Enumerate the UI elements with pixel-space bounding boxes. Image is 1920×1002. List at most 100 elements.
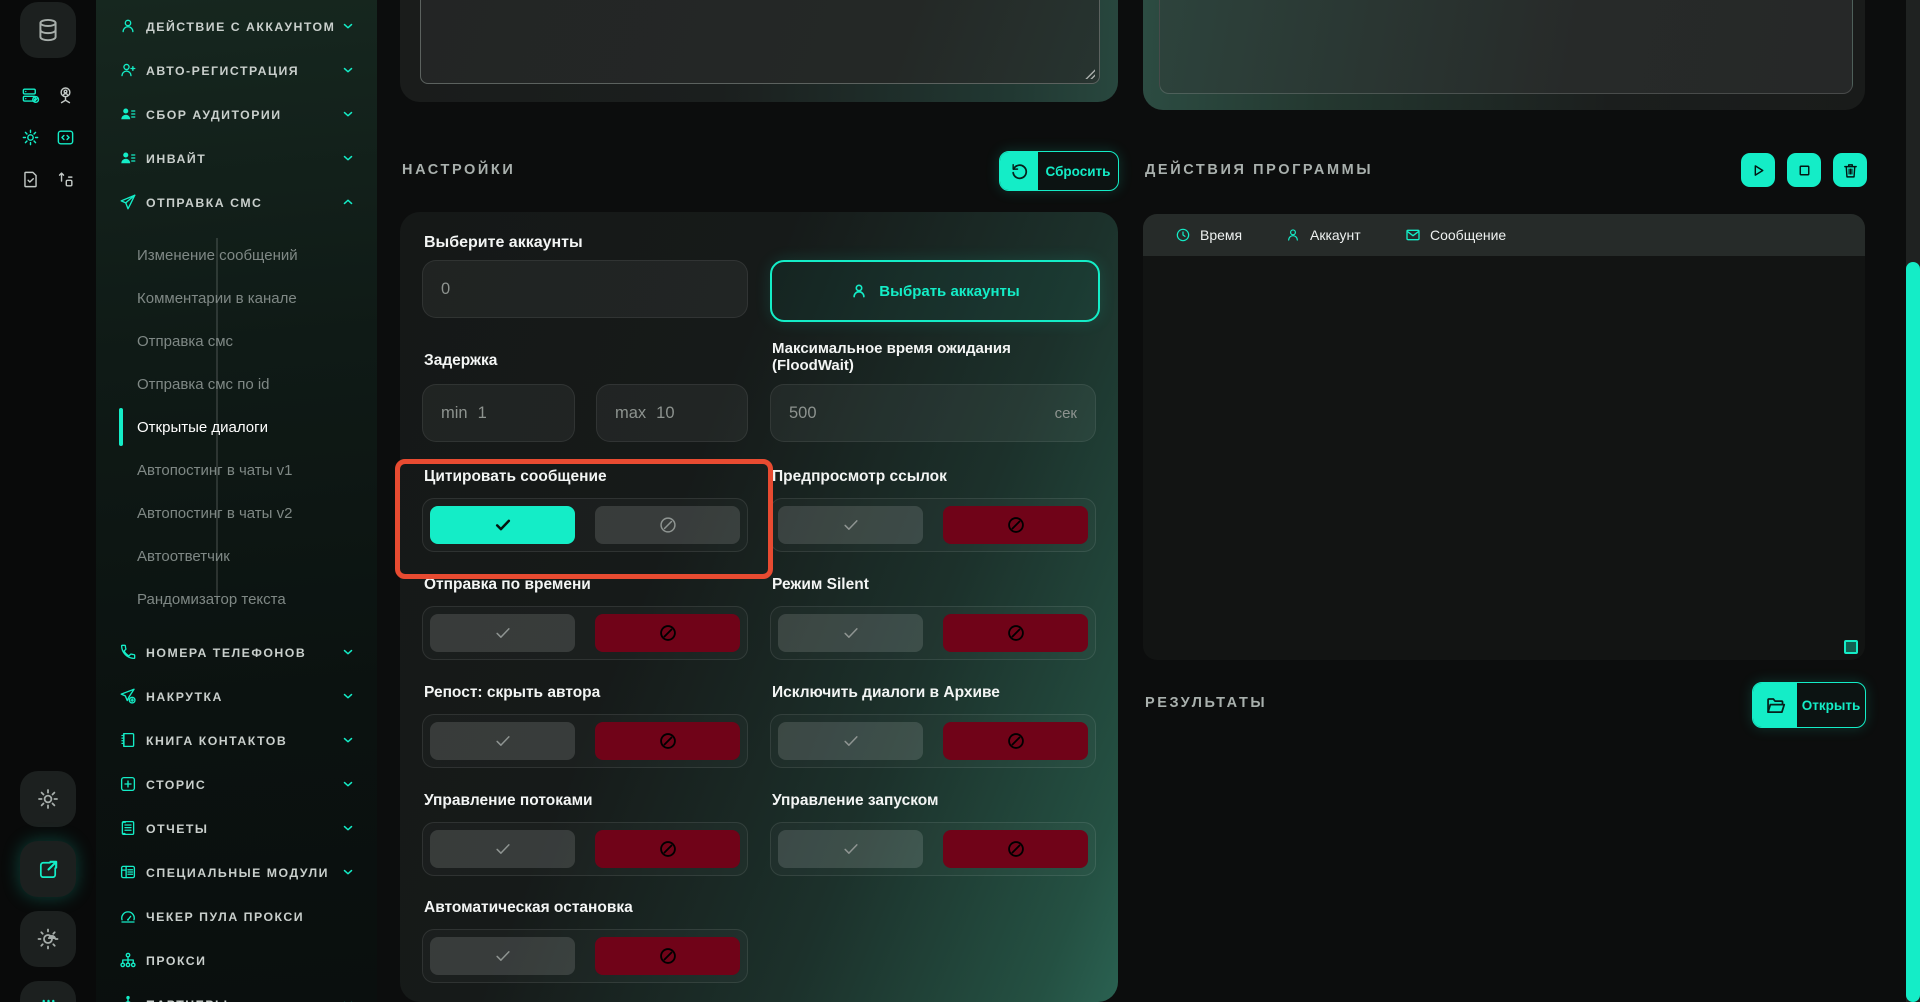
- paper-plane-icon: [119, 193, 137, 211]
- user-plus-icon: [119, 61, 137, 79]
- program-actions-table: Время Аккаунт Сообщение: [1143, 214, 1865, 660]
- gear-icon[interactable]: [21, 128, 40, 147]
- sidebar-item-phone-numbers[interactable]: НОМЕРА ТЕЛЕФОНОВ: [96, 630, 377, 674]
- sidebar-item-audience-collection[interactable]: СБОР АУДИТОРИИ: [96, 92, 377, 136]
- sidebar-item-proxy-pool-checker[interactable]: ЧЕКЕР ПУЛА ПРОКСИ: [96, 894, 377, 938]
- code-window-icon[interactable]: [56, 128, 75, 147]
- sidebar-item-stories[interactable]: СТОРИС: [96, 762, 377, 806]
- database-button[interactable]: [20, 2, 76, 58]
- settings-button[interactable]: [20, 771, 76, 827]
- message-card: [400, 0, 1118, 102]
- webcam-user-icon[interactable]: [56, 86, 75, 105]
- play-button[interactable]: [1741, 153, 1775, 187]
- swap-icon[interactable]: [56, 170, 75, 189]
- sidebar-item-proxy[interactable]: ПРОКСИ: [96, 938, 377, 982]
- open-external-button[interactable]: [20, 841, 76, 897]
- toggle-no-button[interactable]: [595, 506, 740, 544]
- toggle-no-button[interactable]: [595, 937, 740, 975]
- check-icon: [841, 623, 861, 643]
- user-icon: [1285, 227, 1301, 243]
- toggle-no-button[interactable]: [943, 506, 1088, 544]
- ban-icon: [1006, 515, 1026, 535]
- toggle-label: Режим Silent: [772, 576, 869, 594]
- check-icon: [493, 623, 513, 643]
- network-icon: [119, 951, 137, 969]
- column-header-account: Аккаунт: [1285, 214, 1361, 256]
- toggle-no-button[interactable]: [595, 830, 740, 868]
- sidebar-nav: ДЕЙСТВИЕ С АККАУНТОМ АВТО-РЕГИСТРАЦИЯ СБ…: [96, 0, 377, 1002]
- toggle-yes-button[interactable]: [430, 506, 575, 544]
- toggle-no-button[interactable]: [595, 614, 740, 652]
- stop-button[interactable]: [1787, 153, 1821, 187]
- resize-handle-icon[interactable]: [1084, 68, 1095, 79]
- chevron-up-icon: [341, 195, 355, 209]
- sidebar-item-special-modules[interactable]: СПЕЦИАЛЬНЫЕ МОДУЛИ: [96, 850, 377, 894]
- brightness-button[interactable]: [20, 911, 76, 967]
- toggle-yes-button[interactable]: [430, 722, 575, 760]
- scrollbar-thumb[interactable]: [1906, 262, 1920, 1002]
- toggle-yes-button[interactable]: [778, 830, 923, 868]
- sidebar-item-boosting[interactable]: НАКРУТКА: [96, 674, 377, 718]
- toggle-no-button[interactable]: [943, 830, 1088, 868]
- icon-rail: [0, 0, 96, 1002]
- sidebar-subitem-send-sms-by-id[interactable]: Отправка смс по id: [96, 363, 356, 406]
- toggle-yes-button[interactable]: [778, 614, 923, 652]
- sidebar-subitem-edit-messages[interactable]: Изменение сообщений: [96, 234, 356, 277]
- partners-icon: [119, 995, 137, 1002]
- column-header-message: Сообщение: [1405, 214, 1506, 256]
- report-icon: [119, 819, 137, 837]
- toggle-no-button[interactable]: [595, 722, 740, 760]
- toggle-group-launch-management: [770, 822, 1096, 876]
- table-resize-handle[interactable]: [1844, 640, 1858, 654]
- document-check-icon[interactable]: [21, 170, 40, 189]
- toggle-label: Репост: скрыть автора: [424, 684, 600, 702]
- sidebar-item-invite[interactable]: ИНВАЙТ: [96, 136, 377, 180]
- sidebar-subitem-autoresponder[interactable]: Автоответчик: [96, 535, 356, 578]
- toggle-label: Управление запуском: [772, 792, 939, 810]
- toggle-label: Исключить диалоги в Архиве: [772, 684, 1000, 702]
- message-textarea[interactable]: [420, 0, 1100, 84]
- open-results-button[interactable]: Открыть: [1752, 682, 1866, 728]
- program-message-textarea[interactable]: [1159, 0, 1853, 94]
- sidebar-subitem-channel-comments[interactable]: Комментарии в канале: [96, 277, 356, 320]
- sidebar-item-reports[interactable]: ОТЧЕТЫ: [96, 806, 377, 850]
- delay-max-input[interactable]: max10: [596, 384, 748, 442]
- accounts-input[interactable]: 0: [422, 260, 748, 318]
- sidebar-subitem-autoposting-v2[interactable]: Автопостинг в чаты v2: [96, 492, 356, 535]
- check-icon: [841, 515, 861, 535]
- toggle-group-silent-mode: [770, 606, 1096, 660]
- sidebar-subitem-autoposting-v1[interactable]: Автопостинг в чаты v1: [96, 449, 356, 492]
- delay-min-input[interactable]: min1: [422, 384, 575, 442]
- select-accounts-button[interactable]: Выбрать аккаунты: [770, 260, 1100, 322]
- sliders-button[interactable]: [20, 981, 76, 1002]
- check-icon: [493, 946, 513, 966]
- toggle-yes-button[interactable]: [778, 506, 923, 544]
- table-header-row: Время Аккаунт Сообщение: [1143, 214, 1865, 256]
- toggle-no-button[interactable]: [943, 722, 1088, 760]
- delete-button[interactable]: [1833, 153, 1867, 187]
- sidebar-item-account-actions[interactable]: ДЕЙСТВИЕ С АККАУНТОМ: [96, 4, 377, 48]
- toggle-yes-button[interactable]: [430, 614, 575, 652]
- toggle-yes-button[interactable]: [778, 722, 923, 760]
- sidebar-subitem-open-dialogs[interactable]: Открытые диалоги: [96, 406, 356, 449]
- floodwait-input[interactable]: 500 сек: [770, 384, 1096, 442]
- users-icon: [119, 149, 137, 167]
- toggle-label: Автоматическая остановка: [424, 899, 633, 917]
- chevron-down-icon: [341, 151, 355, 165]
- server-check-icon[interactable]: [21, 86, 40, 105]
- toggle-yes-button[interactable]: [430, 830, 575, 868]
- ban-icon: [658, 623, 678, 643]
- check-icon: [841, 839, 861, 859]
- toggle-yes-button[interactable]: [430, 937, 575, 975]
- sidebar-subitem-text-randomizer[interactable]: Рандомизатор текста: [96, 578, 356, 621]
- sidebar-item-send-sms[interactable]: ОТПРАВКА СМС: [96, 180, 377, 224]
- chevron-down-icon: [341, 777, 355, 791]
- mail-icon: [1405, 227, 1421, 243]
- toggle-group-quote-message: [422, 498, 748, 552]
- sidebar-item-partners[interactable]: ПАРТНЕРЫ: [96, 982, 377, 1002]
- toggle-no-button[interactable]: [943, 614, 1088, 652]
- reset-button[interactable]: Сбросить: [999, 151, 1119, 191]
- sidebar-subitem-send-sms[interactable]: Отправка смс: [96, 320, 356, 363]
- sidebar-item-contacts-book[interactable]: КНИГА КОНТАКТОВ: [96, 718, 377, 762]
- sidebar-item-auto-registration[interactable]: АВТО-РЕГИСТРАЦИЯ: [96, 48, 377, 92]
